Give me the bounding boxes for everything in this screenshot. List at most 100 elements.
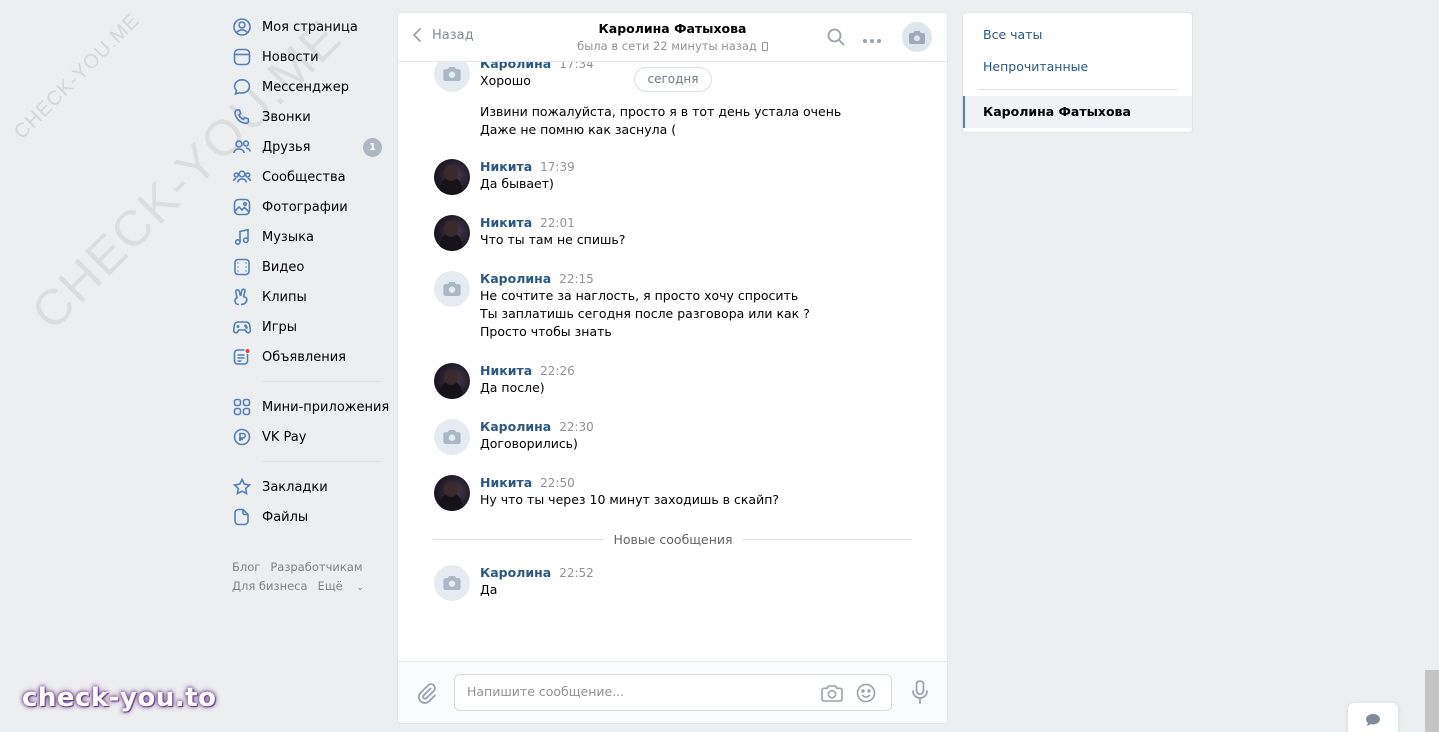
avatar[interactable] — [434, 271, 470, 307]
nav-label: VK Pay — [262, 429, 307, 445]
nav-item-mini-apps[interactable]: Мини-приложения — [232, 392, 389, 422]
message-text: Ты заплатишь сегодня после разговора или… — [480, 306, 810, 321]
message-item: Никита 17:39 Да бывает) — [434, 159, 914, 195]
nav-item-ads[interactable]: Объявления — [232, 342, 382, 372]
microphone-icon — [912, 680, 928, 704]
news-icon — [233, 48, 251, 66]
message-item: Каролина 22:52 Да — [434, 565, 914, 601]
nav-item-files[interactable]: Файлы — [232, 502, 382, 532]
avatar[interactable] — [434, 62, 470, 92]
nav-item-friends[interactable]: Друзья 1 — [232, 132, 382, 162]
message-author[interactable]: Никита — [480, 475, 532, 490]
message-time[interactable]: 17:34 — [559, 62, 594, 71]
avatar[interactable] — [434, 475, 470, 511]
message-author[interactable]: Каролина — [480, 271, 551, 286]
nav-label: Моя страница — [262, 19, 358, 35]
chat-header: Назад Каролина Фатыхова была в сети 22 м… — [398, 13, 947, 62]
message-time[interactable]: 22:52 — [559, 566, 594, 580]
chat-avatar[interactable] — [902, 22, 932, 52]
footer-more-label: Ещё — [317, 579, 343, 593]
chat-launcher-button[interactable] — [1348, 703, 1398, 732]
avatar[interactable] — [434, 419, 470, 455]
message-text: Ну что ты через 10 минут заходишь в скай… — [480, 492, 780, 507]
message-input[interactable] — [467, 684, 797, 699]
message-text: Не сочтите за наглость, я просто хочу сп… — [480, 288, 799, 303]
friends-count-badge: 1 — [363, 138, 382, 157]
chat-filters-panel: Все чаты Непрочитанные Каролина Фатыхова — [962, 12, 1193, 133]
message-text: Просто чтобы знать — [480, 324, 612, 339]
nav-label: Игры — [262, 319, 298, 335]
search-icon — [827, 28, 845, 46]
photos-icon — [233, 198, 251, 216]
message-time[interactable]: 22:15 — [559, 272, 594, 286]
communities-icon — [232, 170, 252, 183]
more-button[interactable] — [862, 33, 882, 48]
footer-link-business[interactable]: Для бизнеса — [232, 579, 308, 593]
camera-button[interactable] — [821, 684, 843, 706]
nav-label: Музыка — [262, 229, 314, 245]
nav-item-music[interactable]: Музыка — [232, 222, 382, 252]
camera-icon — [443, 67, 461, 81]
footer-link-blog[interactable]: Блог — [232, 560, 260, 574]
avatar[interactable] — [434, 565, 470, 601]
nav-item-vk-pay[interactable]: VK Pay — [232, 422, 382, 452]
vkpay-icon — [233, 428, 251, 446]
message-time[interactable]: 22:30 — [559, 420, 594, 434]
message-input-box[interactable] — [454, 674, 892, 711]
message-time[interactable]: 17:39 — [540, 160, 575, 174]
chevron-down-icon: ⌄ — [356, 583, 364, 593]
camera-icon — [443, 430, 461, 444]
last-seen-text: была в сети 22 минуты назад — [577, 39, 757, 53]
clips-icon — [234, 288, 248, 306]
message-time[interactable]: 22:01 — [540, 216, 575, 230]
message-text: Да бывает) — [480, 176, 554, 191]
nav-item-photos[interactable]: Фотографии — [232, 192, 382, 222]
nav-item-games[interactable]: Игры — [232, 312, 382, 342]
avatar[interactable] — [434, 363, 470, 399]
more-dots-icon — [863, 39, 881, 43]
message-author[interactable]: Никита — [480, 159, 532, 174]
voice-message-button[interactable] — [911, 680, 929, 708]
message-text: Даже не помню как заснула ( — [480, 122, 677, 137]
search-button[interactable] — [826, 27, 846, 51]
message-author[interactable]: Никита — [480, 363, 532, 378]
avatar[interactable] — [434, 159, 470, 195]
all-chats-link[interactable]: Все чаты — [983, 27, 1042, 42]
footer-link-developers[interactable]: Разработчикам — [270, 560, 362, 574]
nav-item-bookmarks[interactable]: Закладки — [232, 472, 382, 502]
nav-item-clips[interactable]: Клипы — [232, 282, 382, 312]
message-text: Да — [480, 582, 498, 597]
attach-button[interactable] — [416, 682, 438, 708]
message-author[interactable]: Каролина — [480, 565, 551, 580]
message-time[interactable]: 22:26 — [540, 364, 575, 378]
message-author[interactable]: Каролина — [480, 62, 551, 71]
message-list: сегодня Каролина 17:34 Хорошо Извини пожа… — [398, 62, 947, 661]
nav-label: Мессенджер — [262, 79, 349, 95]
message-icon — [233, 78, 251, 96]
nav-item-messenger[interactable]: Мессенджер — [232, 72, 382, 102]
nav-item-my-page[interactable]: Моя страница — [232, 12, 382, 42]
message-author[interactable]: Каролина — [480, 419, 551, 434]
user-circle-icon — [233, 18, 251, 36]
message-author[interactable]: Никита — [480, 215, 532, 230]
avatar[interactable] — [434, 215, 470, 251]
new-messages-label: Новые сообщения — [613, 531, 733, 547]
left-navigation: Моя страница Новости Мессенджер Звонки Д… — [232, 12, 389, 598]
emoji-button[interactable] — [856, 683, 876, 707]
message-time[interactable]: 22:50 — [540, 476, 575, 490]
nav-label: Объявления — [262, 349, 346, 365]
nav-divider — [262, 381, 382, 382]
footer-link-more[interactable]: Ещё ⌄ — [318, 579, 364, 593]
unread-link[interactable]: Непрочитанные — [983, 59, 1088, 74]
message-item: Никита 22:01 Что ты там не спишь? — [434, 215, 914, 251]
nav-item-calls[interactable]: Звонки — [232, 102, 382, 132]
games-icon — [232, 321, 252, 334]
nav-label: Новости — [262, 49, 319, 65]
apps-icon — [233, 398, 251, 416]
nav-item-video[interactable]: Видео — [232, 252, 382, 282]
nav-divider — [262, 461, 382, 462]
nav-item-news[interactable]: Новости — [232, 42, 382, 72]
page-scrollbar[interactable] — [1425, 670, 1439, 732]
nav-item-communities[interactable]: Сообщества — [232, 162, 382, 192]
active-chat-item[interactable]: Каролина Фатыхова — [963, 96, 1192, 128]
